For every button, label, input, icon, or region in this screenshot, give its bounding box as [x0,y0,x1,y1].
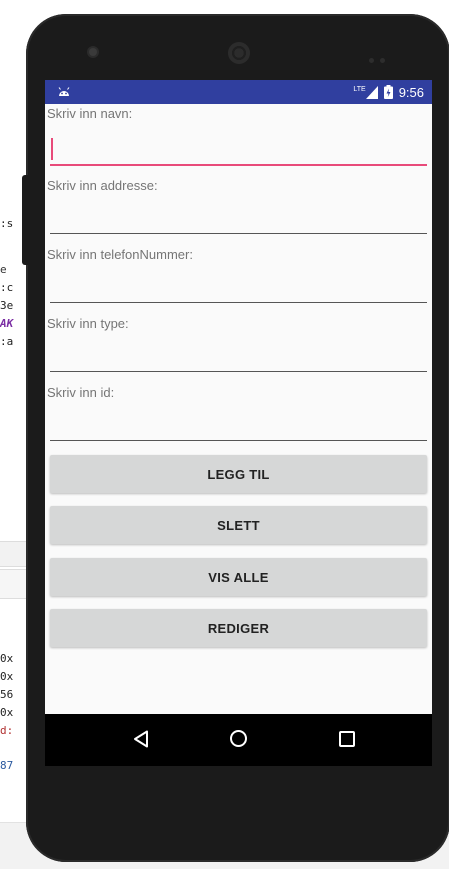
ide-code-line: :c [0,281,14,294]
ide-code-line: AK [0,317,14,330]
address-label: Skriv inn addresse: [47,178,158,193]
ide-code-line: :s [0,217,14,230]
text-cursor [51,138,53,160]
delete-button[interactable]: SLETT [50,506,427,544]
name-underline [50,164,427,166]
type-label: Skriv inn type: [47,316,129,331]
form-container: Skriv inn navn: Skriv inn addresse: Skri… [45,104,432,714]
phone-underline [50,302,427,303]
lte-signal-icon [365,85,378,99]
add-button[interactable]: LEGG TIL [50,455,427,493]
device-screen: LTE 9:56 Skriv inn navn: Skriv inn addre… [45,80,432,766]
front-camera [89,48,97,56]
device-side-button[interactable] [22,175,28,265]
ide-log-line: 0x [0,670,14,683]
ide-code-line: e [0,263,7,276]
id-underline [50,440,427,441]
edit-button[interactable]: REDIGER [50,609,427,647]
phone-label: Skriv inn telefonNummer: [47,247,193,262]
ide-log-line: 56 [0,688,14,701]
battery-icon [383,85,393,99]
proximity-sensors [369,50,399,63]
back-icon[interactable] [133,730,149,748]
home-icon[interactable] [230,730,247,747]
type-underline [50,371,427,372]
ide-log-line: 87 [0,759,14,772]
show-all-button[interactable]: VIS ALLE [50,558,427,596]
earpiece-speaker [228,42,250,64]
name-label: Skriv inn navn: [47,106,133,121]
ide-code-line: :a [0,335,14,348]
navigation-bar [45,714,432,766]
address-underline [50,233,427,234]
id-field[interactable]: Skriv inn id: [45,383,432,443]
address-field[interactable]: Skriv inn addresse: [45,176,432,236]
clock: 9:56 [398,84,424,100]
ide-code-line: 3e [0,299,14,312]
android-icon [58,87,70,96]
recent-apps-icon[interactable] [339,731,355,747]
lte-label: LTE [353,85,366,93]
name-field[interactable]: Skriv inn navn: [45,104,432,166]
device-top-bezel [26,14,449,84]
type-field[interactable]: Skriv inn type: [45,314,432,374]
phone-field[interactable]: Skriv inn telefonNummer: [45,245,432,305]
ide-log-line: d: [0,724,14,737]
status-bar: LTE 9:56 [45,80,432,104]
ide-log-line: 0x [0,706,14,719]
id-label: Skriv inn id: [47,385,115,400]
ide-log-line: 0x [0,652,14,665]
